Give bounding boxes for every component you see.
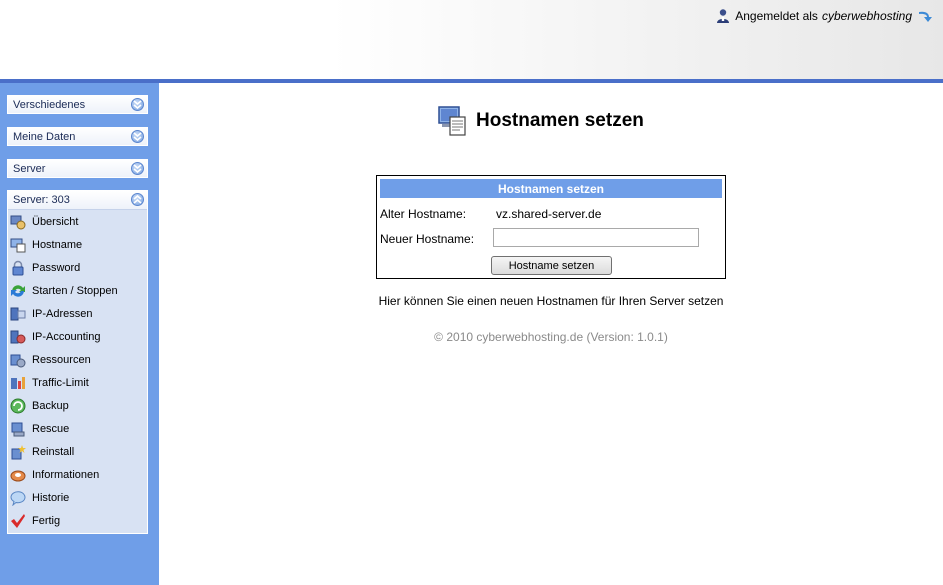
sidebar-item-uebersicht[interactable]: Übersicht — [8, 210, 147, 233]
sidebar-item-hostname[interactable]: Hostname — [8, 233, 147, 256]
rescue-icon — [11, 422, 25, 436]
sidebar-item-label: Ressourcen — [32, 353, 91, 366]
expand-icon[interactable] — [131, 98, 144, 111]
page-title: Hostnamen setzen — [476, 110, 644, 131]
page-heading: Hostnamen setzen — [436, 103, 644, 139]
sidebar-section-server[interactable]: Server — [7, 159, 148, 178]
hint-text: Hier können Sie einen neuen Hostnamen fü… — [378, 294, 724, 308]
sidebar-item-label: Traffic-Limit — [32, 376, 89, 389]
section-label: Server: 303 — [13, 194, 70, 206]
hostname-form: Hostnamen setzen Alter Hostname: vz.shar… — [376, 175, 726, 279]
server-panel: Server: 303 Übersicht Hostname Password … — [7, 190, 148, 534]
sidebar-item-fertig[interactable]: Fertig — [8, 509, 147, 532]
sidebar-item-label: Starten / Stoppen — [32, 284, 118, 297]
section-label: Verschiedenes — [13, 98, 86, 111]
expand-icon[interactable] — [131, 130, 144, 143]
sidebar-item-label: Password — [32, 261, 81, 274]
footer-copyright: © 2010 cyberwebhosting.de (Version: 1.0.… — [434, 330, 668, 344]
start-stop-icon — [11, 284, 25, 297]
server-panel-header[interactable]: Server: 303 — [8, 191, 147, 210]
old-hostname-value: vz.shared-server.de — [496, 207, 602, 221]
sidebar-section-meine-daten[interactable]: Meine Daten — [7, 127, 148, 146]
sidebar-item-label: Übersicht — [32, 215, 79, 228]
sidebar-item-label: IP-Adressen — [32, 307, 93, 320]
sidebar-item-label: Rescue — [32, 422, 70, 435]
sidebar-item-label: Fertig — [32, 514, 61, 527]
hostname-icon — [10, 238, 26, 252]
expand-icon[interactable] — [131, 162, 144, 175]
sidebar-item-label: Informationen — [32, 468, 100, 481]
sidebar-item-historie[interactable]: Historie — [8, 486, 147, 509]
new-hostname-input[interactable] — [493, 228, 699, 247]
sidebar-item-informationen[interactable]: Informationen — [8, 463, 147, 486]
sidebar-item-starten-stoppen[interactable]: Starten / Stoppen — [8, 279, 147, 302]
sidebar-item-password[interactable]: Password — [8, 256, 147, 279]
login-prefix: Angemeldet als — [735, 9, 818, 23]
sidebar: Verschiedenes Meine Daten Server Server:… — [0, 83, 159, 585]
main-content: Hostnamen setzen Hostnamen setzen Alter … — [159, 83, 943, 585]
sidebar-item-traffic-limit[interactable]: Traffic-Limit — [8, 371, 147, 394]
hostname-document-icon — [438, 106, 466, 136]
sidebar-item-rescue[interactable]: Rescue — [8, 417, 147, 440]
form-title: Hostnamen setzen — [380, 179, 722, 198]
sidebar-item-label: Historie — [32, 491, 70, 504]
collapse-icon[interactable] — [131, 193, 144, 206]
server-menu: Übersicht Hostname Password Starten / St… — [8, 210, 147, 532]
overview-icon — [10, 215, 26, 229]
lock-icon — [12, 260, 24, 275]
reinstall-icon — [11, 444, 26, 459]
information-icon — [10, 470, 26, 481]
section-label: Meine Daten — [13, 130, 76, 143]
sidebar-item-label: IP-Accounting — [32, 330, 101, 343]
new-hostname-label: Neuer Hostname: — [380, 232, 475, 246]
section-label: Server — [13, 162, 46, 175]
username: cyberwebhosting — [821, 9, 912, 23]
set-hostname-button[interactable]: Hostname setzen — [491, 256, 612, 275]
login-info: Angemeldet als cyberwebhosting — [715, 6, 933, 26]
sidebar-section-verschiedenes[interactable]: Verschiedenes — [7, 95, 148, 114]
traffic-limit-icon — [11, 376, 25, 389]
old-hostname-label: Alter Hostname: — [380, 207, 467, 221]
sidebar-item-label: Reinstall — [32, 445, 75, 458]
checkmark-icon — [11, 513, 25, 528]
backup-icon — [10, 398, 26, 413]
user-icon — [717, 9, 730, 23]
resources-icon — [10, 354, 26, 367]
sidebar-item-reinstall[interactable]: Reinstall — [8, 440, 147, 463]
sidebar-item-ressourcen[interactable]: Ressourcen — [8, 348, 147, 371]
header: Angemeldet als cyberwebhosting — [0, 0, 943, 79]
sidebar-item-backup[interactable]: Backup — [8, 394, 147, 417]
sidebar-item-label: Backup — [32, 399, 69, 412]
history-icon — [10, 490, 26, 506]
ip-accounting-icon — [10, 330, 26, 343]
sidebar-item-label: Hostname — [32, 238, 83, 251]
sidebar-item-ip-adressen[interactable]: IP-Adressen — [8, 302, 147, 325]
ip-address-icon — [10, 307, 26, 320]
sidebar-item-ip-accounting[interactable]: IP-Accounting — [8, 325, 147, 348]
logout-arrow-icon[interactable] — [917, 9, 933, 23]
